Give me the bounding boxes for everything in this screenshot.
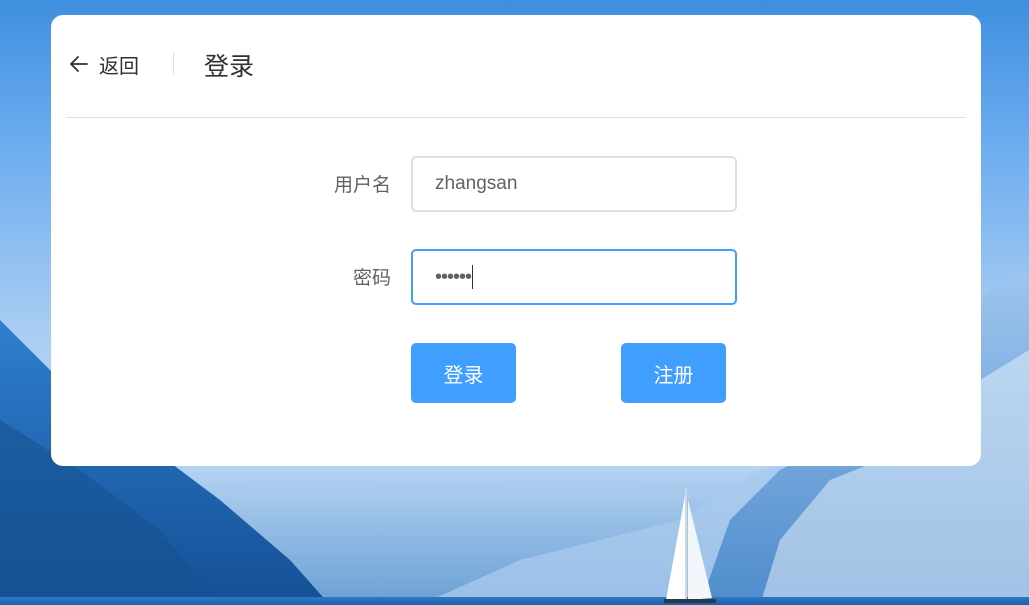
back-button[interactable]: 返回 (69, 49, 139, 79)
login-card: 返回 登录 用户名 zhangsan 密码 •••••• 登录 注册 (51, 15, 981, 466)
password-input[interactable]: •••••• (411, 249, 737, 305)
password-label: 密码 (352, 267, 391, 289)
username-row: 用户名 zhangsan (51, 155, 981, 215)
username-label: 用户名 (333, 174, 391, 196)
header-divider (173, 52, 174, 74)
password-value: •••••• (435, 265, 472, 288)
back-label: 返回 (99, 53, 139, 78)
register-button[interactable]: 注册 (621, 343, 726, 403)
username-input[interactable]: zhangsan (411, 156, 737, 212)
arrow-left-icon (70, 56, 88, 72)
text-caret (472, 265, 474, 289)
username-value: zhangsan (435, 173, 518, 194)
password-row: 密码 •••••• (51, 248, 981, 308)
page-title: 登录 (204, 52, 255, 81)
page-header: 返回 登录 (66, 15, 966, 118)
login-button[interactable]: 登录 (411, 343, 516, 403)
